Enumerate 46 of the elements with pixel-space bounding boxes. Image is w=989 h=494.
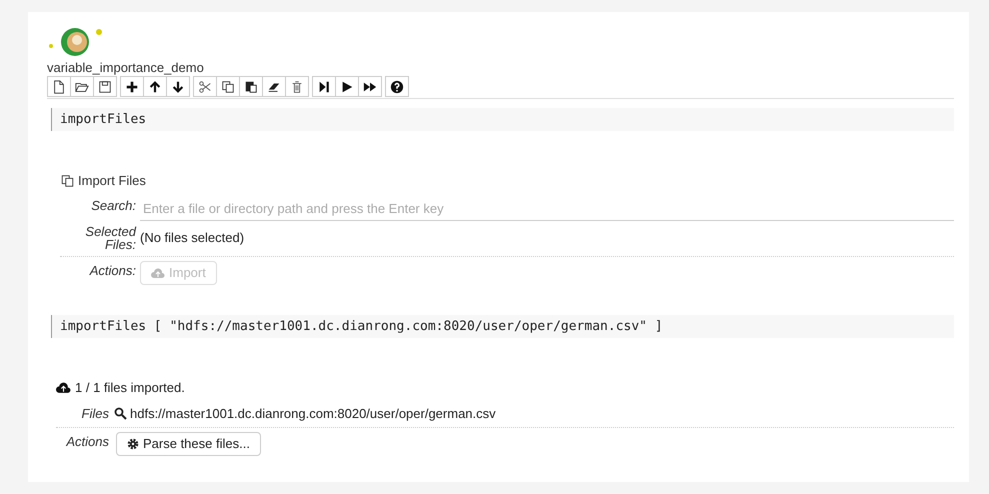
parse-button[interactable]: Parse these files... [116, 432, 261, 456]
status-message: 1 / 1 files imported. [75, 379, 185, 397]
arrow-up-button[interactable] [143, 76, 167, 97]
copy-button[interactable] [216, 76, 240, 97]
page-button[interactable] [47, 76, 71, 97]
notebook-title: variable_importance_demo [47, 60, 205, 76]
scissors-icon [198, 80, 212, 94]
save-button[interactable] [93, 76, 117, 97]
cloud-upload-icon [151, 268, 165, 278]
field-label: Actions: [88, 262, 136, 280]
eraser-button[interactable] [262, 76, 286, 97]
arrow-down-button[interactable] [166, 76, 190, 97]
field-label: Selected Files: [84, 225, 136, 251]
folder-button[interactable] [70, 76, 94, 97]
cloud-upload-icon [56, 382, 71, 394]
trash-icon [290, 80, 304, 94]
trash-button[interactable] [285, 76, 309, 97]
paste-button[interactable] [239, 76, 263, 97]
section-title: Import Files [78, 172, 146, 190]
search-field[interactable]: Enter a file or directory path and press the Enter key [140, 197, 954, 221]
selected-files-text: (No files selected) [140, 229, 244, 248]
gear-icon [127, 438, 139, 450]
field-label: Files [80, 404, 109, 422]
arrow-up-icon [148, 80, 162, 94]
scissors-button[interactable] [193, 76, 217, 97]
play-icon [340, 80, 354, 94]
help-icon [390, 80, 404, 94]
file-path: hdfs://master1001.dc.dianrong.com:8020/user/oper/german.csv [130, 404, 496, 423]
step-icon [317, 80, 331, 94]
paste-icon [244, 80, 258, 94]
arrow-down-icon [171, 80, 185, 94]
step-button[interactable] [312, 76, 336, 97]
search-icon [114, 406, 128, 420]
code-cell[interactable]: importFiles [51, 108, 954, 131]
play-button[interactable] [335, 76, 359, 97]
field-label: Actions [64, 433, 109, 451]
code-cell[interactable]: importFiles [ "hdfs://master1001.dc.dianrong.com:8020/user/oper/german.csv" ] [51, 315, 954, 338]
plus-icon [125, 80, 139, 94]
fast-forward-button[interactable] [358, 76, 382, 97]
save-icon [98, 80, 112, 94]
copy-icon [60, 174, 75, 188]
plus-button[interactable] [120, 76, 144, 97]
page-icon [52, 80, 66, 94]
field-label: Search: [90, 196, 136, 214]
copy-icon [221, 80, 235, 94]
help-button[interactable] [385, 76, 409, 97]
